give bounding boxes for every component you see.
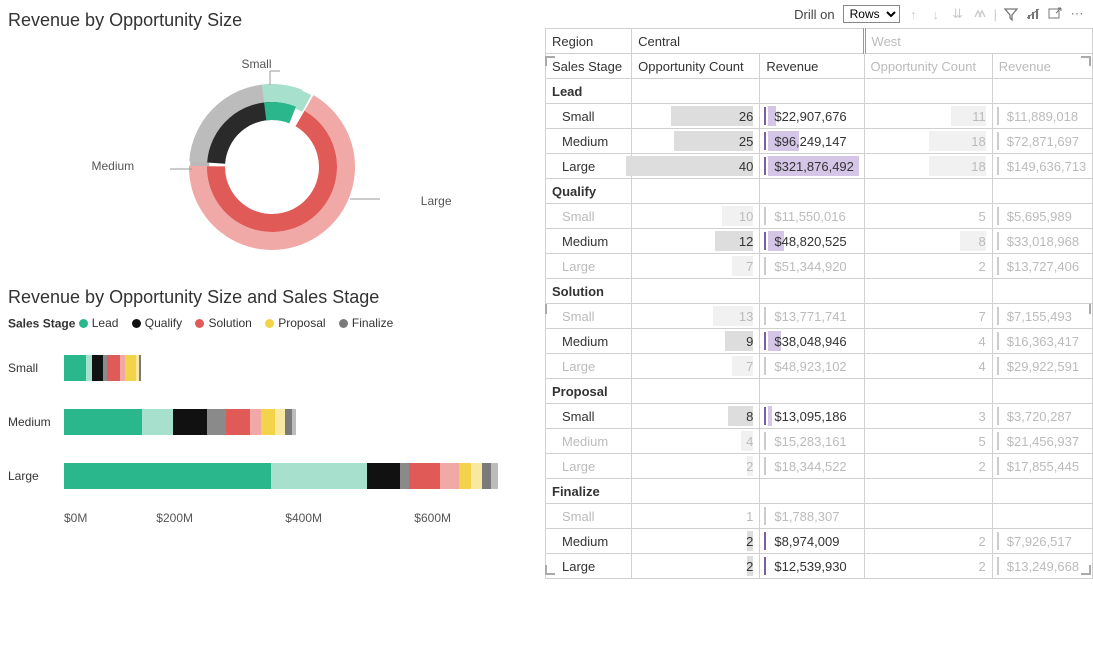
hdr-sales-stage[interactable]: Sales Stage: [546, 54, 632, 79]
donut-chart-section: Revenue by Opportunity Size: [8, 10, 535, 269]
row-proposal-medium[interactable]: Medium 4 $15,283,161 5 $21,456,937: [546, 429, 1093, 454]
bar-label-large: Large: [8, 469, 64, 483]
stacked-bar-section: Revenue by Opportunity Size and Sales St…: [8, 287, 535, 525]
row-solution-large[interactable]: Large 7 $48,923,102 4 $29,922,591: [546, 354, 1093, 379]
bar-row-small[interactable]: Small: [8, 349, 535, 387]
row-qualify[interactable]: Qualify: [546, 179, 1093, 204]
hdr-rev-c[interactable]: Revenue: [760, 54, 864, 79]
row-solution-medium[interactable]: Medium 9 $38,048,946 4 $16,363,417: [546, 329, 1093, 354]
donut-label-medium: Medium: [92, 159, 135, 173]
hdr-rev-w[interactable]: Revenue: [992, 54, 1092, 79]
donut-label-small: Small: [242, 57, 272, 71]
selection-handle-bl[interactable]: [545, 565, 555, 575]
legend-item-finalize[interactable]: Finalize: [339, 316, 393, 330]
row-proposal-large[interactable]: Large 2 $18,344,522 2 $17,855,445: [546, 454, 1093, 479]
row-lead-medium[interactable]: Medium 25 $96,249,147 18 $72,871,697: [546, 129, 1093, 154]
drill-down-icon[interactable]: ↓: [928, 6, 944, 22]
donut-title: Revenue by Opportunity Size: [8, 10, 535, 31]
donut-label-large: Large: [421, 194, 452, 208]
selection-handle-tr[interactable]: [1081, 56, 1091, 66]
bar-label-small: Small: [8, 361, 64, 375]
legend-title: Sales Stage: [8, 317, 75, 331]
bar-label-medium: Medium: [8, 415, 64, 429]
row-solution-small[interactable]: Small 13 $13,771,741 7 $7,155,493: [546, 304, 1093, 329]
drill-on-select[interactable]: Rows: [843, 5, 900, 23]
legend-item-proposal[interactable]: Proposal: [265, 316, 325, 330]
selection-handle-ml[interactable]: [545, 304, 547, 314]
row-proposal[interactable]: Proposal: [546, 379, 1093, 404]
bar-x-axis: $0M $200M $400M $600M: [8, 511, 535, 525]
bar-row-large[interactable]: Large: [8, 457, 535, 495]
expand-icon[interactable]: [972, 6, 988, 22]
bar-row-medium[interactable]: Medium: [8, 403, 535, 441]
bar-title: Revenue by Opportunity Size and Sales St…: [8, 287, 535, 308]
row-lead[interactable]: Lead: [546, 79, 1093, 104]
filter-icon[interactable]: [1003, 6, 1019, 22]
row-finalize-large[interactable]: Large 2 $12,539,930 2 $13,249,668: [546, 554, 1093, 579]
toolbar-separator: |: [994, 7, 997, 22]
legend-item-qualify[interactable]: Qualify: [132, 316, 182, 330]
row-qualify-medium[interactable]: Medium 12 $48,820,525 8 $33,018,968: [546, 229, 1093, 254]
bar-legend: Sales Stage Lead Qualify Solution Propos…: [8, 316, 535, 331]
hdr-region[interactable]: Region: [546, 29, 632, 54]
row-lead-large[interactable]: Large 40 $321,876,492 18 $149,636,713: [546, 154, 1093, 179]
spotlight-icon[interactable]: [1025, 6, 1041, 22]
drill-all-icon[interactable]: ⇊: [950, 6, 966, 22]
row-finalize-medium[interactable]: Medium 2 $8,974,009 2 $7,926,517: [546, 529, 1093, 554]
focus-mode-icon[interactable]: [1047, 6, 1063, 22]
selection-handle-tl[interactable]: [545, 56, 555, 66]
hdr-oc-c[interactable]: Opportunity Count: [632, 54, 760, 79]
visual-toolbar: Drill on Rows ↑ ↓ ⇊ | ⋯: [545, 0, 1093, 28]
matrix-visual[interactable]: Region Central West Sales Stage Opportun…: [545, 28, 1093, 579]
row-proposal-small[interactable]: Small 8 $13,095,186 3 $3,720,287: [546, 404, 1093, 429]
row-finalize-small[interactable]: Small 1 $1,788,307: [546, 504, 1093, 529]
drill-up-icon[interactable]: ↑: [906, 6, 922, 22]
legend-item-lead[interactable]: Lead: [79, 316, 119, 330]
hdr-central[interactable]: Central: [632, 29, 864, 54]
hdr-oc-w[interactable]: Opportunity Count: [864, 54, 992, 79]
drill-on-label: Drill on: [794, 7, 834, 22]
hdr-west[interactable]: West: [864, 29, 1092, 54]
row-solution[interactable]: Solution: [546, 279, 1093, 304]
row-qualify-large[interactable]: Large 7 $51,344,920 2 $13,727,406: [546, 254, 1093, 279]
row-finalize[interactable]: Finalize: [546, 479, 1093, 504]
more-options-icon[interactable]: ⋯: [1069, 6, 1085, 22]
donut-chart[interactable]: Small Medium Large: [132, 39, 412, 269]
row-qualify-small[interactable]: Small 10 $11,550,016 5 $5,695,989: [546, 204, 1093, 229]
row-lead-small[interactable]: Small 26 $22,907,676 11 $11,889,018: [546, 104, 1093, 129]
legend-item-solution[interactable]: Solution: [195, 316, 251, 330]
